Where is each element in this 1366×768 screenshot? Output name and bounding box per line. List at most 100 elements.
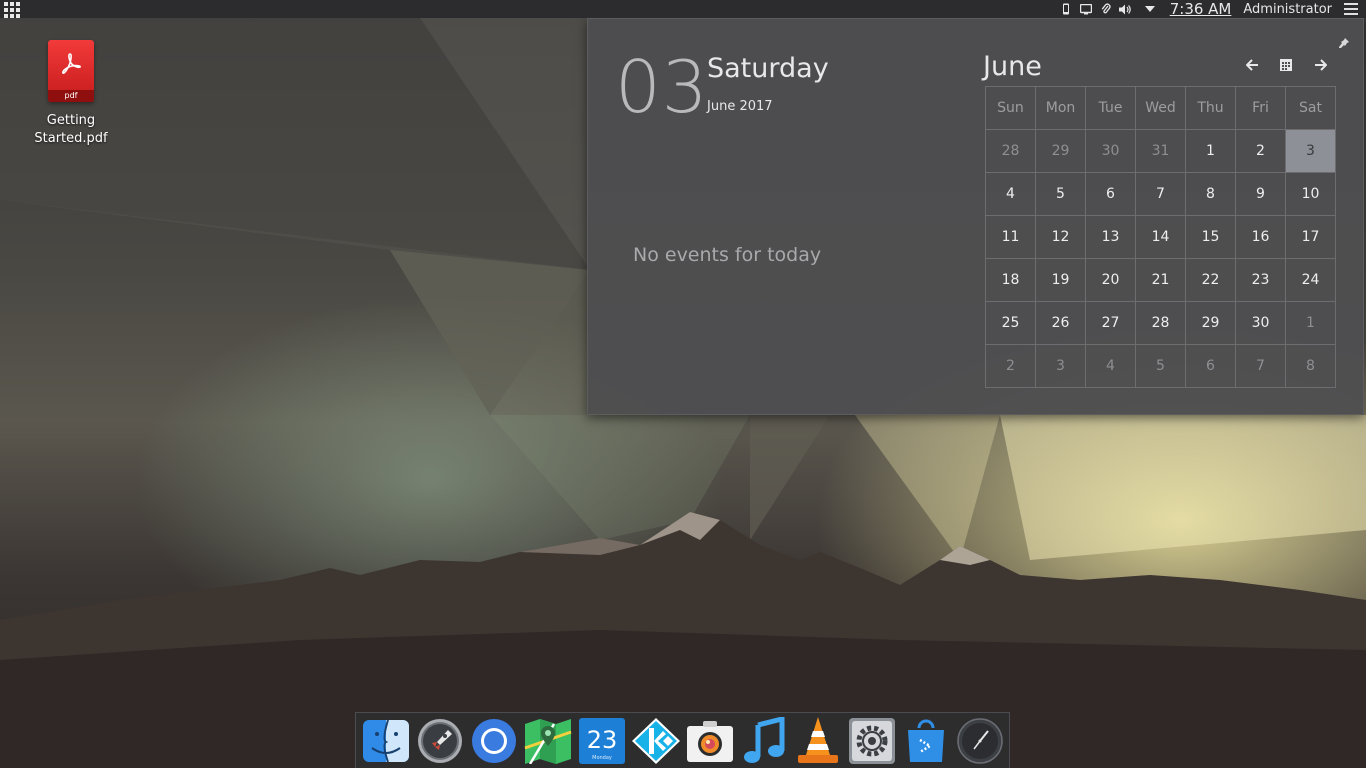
hamburger-menu-icon[interactable] — [1344, 3, 1358, 15]
calendar-week-row: 2 3 4 5 6 7 8 — [985, 344, 1336, 388]
calendar-day-cell[interactable]: 11 — [985, 215, 1036, 259]
app-launcher-grid-icon[interactable] — [4, 2, 20, 18]
calendar-day-cell[interactable]: 21 — [1135, 258, 1186, 302]
desktop-file-label: Getting Started.pdf — [34, 113, 108, 146]
chromium-browser-icon[interactable] — [469, 716, 519, 766]
weekday-header: Wed — [1135, 86, 1186, 130]
camera-icon[interactable] — [685, 716, 735, 766]
calendar-day-cell[interactable]: 28 — [1135, 301, 1186, 345]
clock-icon[interactable] — [955, 716, 1005, 766]
previous-month-button[interactable] — [1243, 57, 1261, 73]
desktop-file-getting-started[interactable]: pdf Getting Started.pdf — [30, 40, 112, 148]
calendar-day-cell[interactable]: 7 — [1235, 344, 1286, 388]
calendar-day-cell[interactable]: 7 — [1135, 172, 1186, 216]
pdf-badge: pdf — [48, 90, 94, 102]
next-month-button[interactable] — [1311, 57, 1329, 73]
calendar-week-row: 11 12 13 14 15 16 17 — [985, 215, 1336, 259]
display-icon[interactable] — [1078, 0, 1094, 18]
weekday-header-row: Sun Mon Tue Wed Thu Fri Sat — [985, 86, 1336, 130]
calendar-day-cell[interactable]: 26 — [1035, 301, 1086, 345]
calendar-day-cell[interactable]: 3 — [1035, 344, 1086, 388]
calendar-day-cell[interactable]: 14 — [1135, 215, 1186, 259]
dock: 23 Monday — [355, 712, 1010, 768]
music-icon[interactable] — [739, 716, 789, 766]
arrow-right-icon — [1314, 59, 1327, 71]
vlc-icon[interactable] — [793, 716, 843, 766]
calendar-day-cell[interactable]: 27 — [1085, 301, 1136, 345]
selected-month-year: June 2017 — [707, 99, 773, 114]
kodi-icon[interactable] — [631, 716, 681, 766]
pdf-file-icon: pdf — [48, 40, 94, 102]
calendar-day-cell[interactable]: 29 — [1035, 129, 1086, 173]
no-events-message: No events for today — [633, 244, 822, 266]
calendar-day-cell[interactable]: 22 — [1185, 258, 1236, 302]
calendar-app-icon[interactable]: 23 Monday — [577, 716, 627, 766]
finder-icon[interactable] — [361, 716, 411, 766]
calendar-day-cell[interactable]: 6 — [1185, 344, 1236, 388]
weekday-header: Mon — [1035, 86, 1086, 130]
today-button[interactable] — [1277, 57, 1295, 73]
selected-weekday: Saturday — [707, 53, 829, 84]
rocket-launcher-icon[interactable] — [415, 716, 465, 766]
calendar-day-cell[interactable]: 4 — [1085, 344, 1136, 388]
calendar-day-cell[interactable]: 6 — [1085, 172, 1136, 216]
weekday-header: Fri — [1235, 86, 1286, 130]
calendar-day-cell[interactable]: 5 — [1035, 172, 1086, 216]
weekday-header: Sun — [985, 86, 1036, 130]
user-name[interactable]: Administrator — [1243, 2, 1332, 17]
calendar-week-row: 25 26 27 28 29 30 1 — [985, 301, 1336, 345]
calendar-day-cell[interactable]: 20 — [1085, 258, 1136, 302]
calendar-day-cell[interactable]: 13 — [1085, 215, 1136, 259]
calendar-day-cell[interactable]: 18 — [985, 258, 1036, 302]
calendar-week-row: 18 19 20 21 22 23 24 — [985, 258, 1336, 302]
calendar-month-title: June — [983, 51, 1042, 82]
calendar-day-cell[interactable]: 8 — [1285, 344, 1336, 388]
calendar-day-cell[interactable]: 31 — [1135, 129, 1186, 173]
calendar-day-cell[interactable]: 23 — [1235, 258, 1286, 302]
calendar-day-cell[interactable]: 19 — [1035, 258, 1086, 302]
weekday-header: Thu — [1185, 86, 1236, 130]
calendar-week-row: 28 29 30 31 1 2 3 — [985, 129, 1336, 173]
calendar-app-day: 23 — [586, 726, 617, 754]
system-tray: 7:36 AM Administrator — [1058, 0, 1366, 18]
calendar-popup: 03 Saturday June 2017 No events for toda… — [587, 18, 1364, 415]
calendar-app-weekday: Monday — [592, 755, 612, 761]
selected-day-number: 03 — [615, 45, 709, 129]
calendar-day-cell[interactable]: 30 — [1085, 129, 1136, 173]
paperclip-icon[interactable] — [1098, 0, 1114, 18]
calendar-day-cell[interactable]: 2 — [985, 344, 1036, 388]
calendar-day-cell[interactable]: 30 — [1235, 301, 1286, 345]
calendar-day-cell[interactable]: 16 — [1235, 215, 1286, 259]
calendar-day-cell[interactable]: 25 — [985, 301, 1036, 345]
calendar-day-cell[interactable]: 8 — [1185, 172, 1236, 216]
app-store-icon[interactable] — [901, 716, 951, 766]
calendar-month-grid: Sun Mon Tue Wed Thu Fri Sat 28 29 30 31 … — [985, 86, 1336, 388]
calendar-day-cell[interactable]: 9 — [1235, 172, 1286, 216]
calendar-day-cell[interactable]: 5 — [1135, 344, 1186, 388]
calendar-week-row: 4 5 6 7 8 9 10 — [985, 172, 1336, 216]
calendar-day-cell[interactable]: 24 — [1285, 258, 1336, 302]
calendar-day-cell[interactable]: 2 — [1235, 129, 1286, 173]
top-panel: 7:36 AM Administrator — [0, 0, 1366, 18]
calendar-day-cell[interactable]: 29 — [1185, 301, 1236, 345]
clock[interactable]: 7:36 AM — [1170, 0, 1232, 18]
system-settings-icon[interactable] — [847, 716, 897, 766]
calendar-day-cell-today[interactable]: 3 — [1285, 129, 1336, 173]
calendar-day-cell[interactable]: 28 — [985, 129, 1036, 173]
calendar-grid-icon — [1280, 59, 1292, 71]
calendar-day-cell[interactable]: 1 — [1185, 129, 1236, 173]
calendar-day-cell[interactable]: 15 — [1185, 215, 1236, 259]
calendar-day-cell[interactable]: 17 — [1285, 215, 1336, 259]
arrow-left-icon — [1245, 59, 1258, 71]
calendar-day-cell[interactable]: 10 — [1285, 172, 1336, 216]
pin-icon[interactable] — [1339, 33, 1349, 48]
calendar-day-cell[interactable]: 1 — [1285, 301, 1336, 345]
maps-icon[interactable] — [523, 716, 573, 766]
phone-device-icon[interactable] — [1058, 0, 1074, 18]
volume-icon[interactable] — [1118, 0, 1134, 18]
weekday-header: Sat — [1285, 86, 1336, 130]
calendar-day-cell[interactable]: 4 — [985, 172, 1036, 216]
weekday-header: Tue — [1085, 86, 1136, 130]
calendar-day-cell[interactable]: 12 — [1035, 215, 1086, 259]
dropdown-arrow-icon[interactable] — [1142, 0, 1158, 18]
